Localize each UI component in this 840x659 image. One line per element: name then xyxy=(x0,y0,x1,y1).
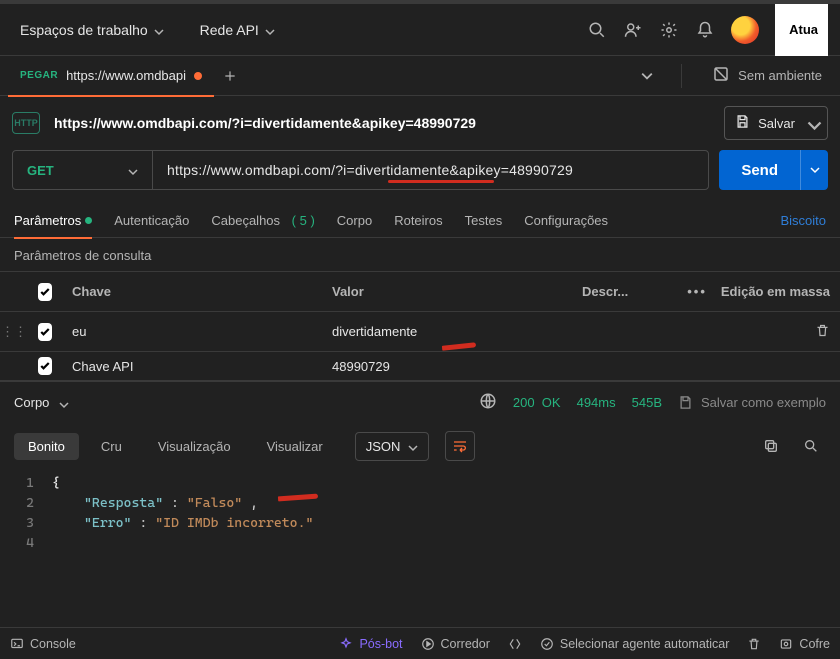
request-tabs: Parâmetros Autenticação Cabeçalhos ( 5 )… xyxy=(0,204,840,238)
chevron-down-icon xyxy=(807,118,817,128)
trash-footer-icon[interactable] xyxy=(747,637,761,651)
chevron-down-icon[interactable] xyxy=(59,398,69,408)
environment-selector[interactable]: Sem ambiente xyxy=(702,65,832,86)
tab-preview[interactable]: Visualização xyxy=(144,433,245,460)
col-key: Chave xyxy=(62,284,322,299)
api-network-label: Rede API xyxy=(200,22,259,38)
status-bar: Console Pós-bot Corredor Selecionar agen… xyxy=(0,627,840,659)
row-checkbox[interactable] xyxy=(38,323,52,341)
no-environment-icon xyxy=(712,65,730,86)
auto-agent-button[interactable]: Selecionar agente automaticar xyxy=(540,637,730,651)
params-title: Parâmetros de consulta xyxy=(0,238,840,271)
globe-icon[interactable] xyxy=(479,392,497,413)
chevron-down-icon xyxy=(265,25,275,35)
environment-label: Sem ambiente xyxy=(738,68,822,83)
drag-handle-icon[interactable]: ⋮⋮ xyxy=(0,324,28,340)
trash-icon[interactable] xyxy=(815,323,830,341)
upgrade-button[interactable]: Atua xyxy=(775,4,828,56)
save-example-button[interactable]: Salvar como exemplo xyxy=(678,395,826,410)
chevron-down-icon xyxy=(154,25,164,35)
tab-visualize[interactable]: Visualizar xyxy=(253,433,337,460)
console-button[interactable]: Console xyxy=(10,637,76,651)
more-icon[interactable]: ••• xyxy=(687,284,707,299)
send-label: Send xyxy=(719,150,800,190)
tab-method: PEGAR xyxy=(20,70,58,81)
active-dot-icon xyxy=(85,217,92,224)
bell-icon[interactable] xyxy=(687,12,723,48)
send-dropdown[interactable] xyxy=(800,150,828,190)
tab-bar: PEGAR https://www.omdbapi Sem ambiente xyxy=(0,56,840,96)
workspaces-dropdown[interactable]: Espaços de trabalho xyxy=(12,16,172,44)
breadcrumb-row: HTTP https://www.omdbapi.com/?i=divertid… xyxy=(0,96,840,150)
gear-icon[interactable] xyxy=(651,12,687,48)
runner-button[interactable]: Corredor xyxy=(421,637,490,651)
tab-title: https://www.omdbapi xyxy=(66,68,186,83)
search-response-icon[interactable] xyxy=(796,431,826,461)
workspaces-label: Espaços de trabalho xyxy=(20,22,148,38)
response-body[interactable]: 1{ 2"Resposta" : "Falso" , 3"Erro" : "ID… xyxy=(0,469,840,563)
param-key[interactable]: Chave API xyxy=(62,359,322,374)
tab-scripts[interactable]: Roteiros xyxy=(394,204,442,238)
save-button[interactable]: Salvar xyxy=(724,106,828,140)
http-icon: HTTP xyxy=(12,112,40,134)
response-size: 545B xyxy=(632,395,662,410)
select-all-checkbox[interactable] xyxy=(38,283,52,301)
new-tab-button[interactable] xyxy=(214,56,246,96)
chevron-down-icon xyxy=(128,165,138,175)
request-tab[interactable]: PEGAR https://www.omdbapi xyxy=(8,56,214,96)
tab-auth[interactable]: Autenticação xyxy=(114,204,189,238)
response-view-tabs: Bonito Cru Visualização Visualizar JSON xyxy=(0,423,840,469)
response-time: 494ms xyxy=(577,395,616,410)
chevron-down-icon xyxy=(408,441,418,451)
table-row: Chave API 48990729 xyxy=(0,351,840,381)
tab-raw[interactable]: Cru xyxy=(87,433,136,460)
cookies-link[interactable]: Biscoito xyxy=(780,213,826,228)
tab-headers[interactable]: Cabeçalhos ( 5 ) xyxy=(211,204,314,238)
param-key[interactable]: eu xyxy=(62,324,322,339)
format-selector[interactable]: JSON xyxy=(355,432,430,461)
col-value: Valor xyxy=(322,284,572,299)
response-body-label[interactable]: Corpo xyxy=(14,395,49,410)
vault-button[interactable]: Cofre xyxy=(779,637,830,651)
invite-icon[interactable] xyxy=(615,12,651,48)
capture-button[interactable] xyxy=(508,637,522,651)
tab-params[interactable]: Parâmetros xyxy=(14,204,92,238)
send-button[interactable]: Send xyxy=(719,150,828,190)
tab-overflow-button[interactable] xyxy=(633,62,661,90)
url-row: GET https://www.omdbapi.com/?i=divertida… xyxy=(0,150,840,204)
tab-settings[interactable]: Configurações xyxy=(524,204,608,238)
method-selector[interactable]: GET xyxy=(13,151,153,189)
breadcrumb-path: https://www.omdbapi.com/?i=divertidament… xyxy=(54,115,476,131)
table-header: Chave Valor Descr... ••• Edição em massa xyxy=(0,271,840,311)
dirty-dot-icon xyxy=(194,72,202,80)
top-bar: Espaços de trabalho Rede API Atua xyxy=(0,4,840,56)
annotation-mark xyxy=(442,342,476,351)
param-value[interactable]: divertidamente xyxy=(322,324,572,339)
bulk-edit-link[interactable]: Edição em massa xyxy=(721,284,830,299)
param-value[interactable]: 48990729 xyxy=(322,359,572,374)
wrap-lines-icon[interactable] xyxy=(445,431,475,461)
search-icon[interactable] xyxy=(579,12,615,48)
table-row: ⋮⋮ eu divertidamente xyxy=(0,311,840,351)
tab-tests[interactable]: Testes xyxy=(465,204,503,238)
annotation-mark xyxy=(388,180,494,183)
postbot-button[interactable]: Pós-bot xyxy=(339,637,402,651)
status-code: 200 OK xyxy=(513,395,561,410)
url-input[interactable]: https://www.omdbapi.com/?i=divertidament… xyxy=(153,151,708,189)
tab-body[interactable]: Corpo xyxy=(337,204,372,238)
api-network-dropdown[interactable]: Rede API xyxy=(192,16,283,44)
save-label: Salvar xyxy=(758,116,795,131)
response-status-bar: Corpo 200 OK 494ms 545B Salvar como exem… xyxy=(0,381,840,423)
col-desc: Descr... xyxy=(572,284,662,299)
save-icon xyxy=(735,114,750,132)
method-value: GET xyxy=(27,163,54,178)
copy-icon[interactable] xyxy=(756,431,786,461)
tab-pretty[interactable]: Bonito xyxy=(14,433,79,460)
params-table: Chave Valor Descr... ••• Edição em massa… xyxy=(0,271,840,381)
row-checkbox[interactable] xyxy=(38,357,52,375)
avatar[interactable] xyxy=(731,16,759,44)
